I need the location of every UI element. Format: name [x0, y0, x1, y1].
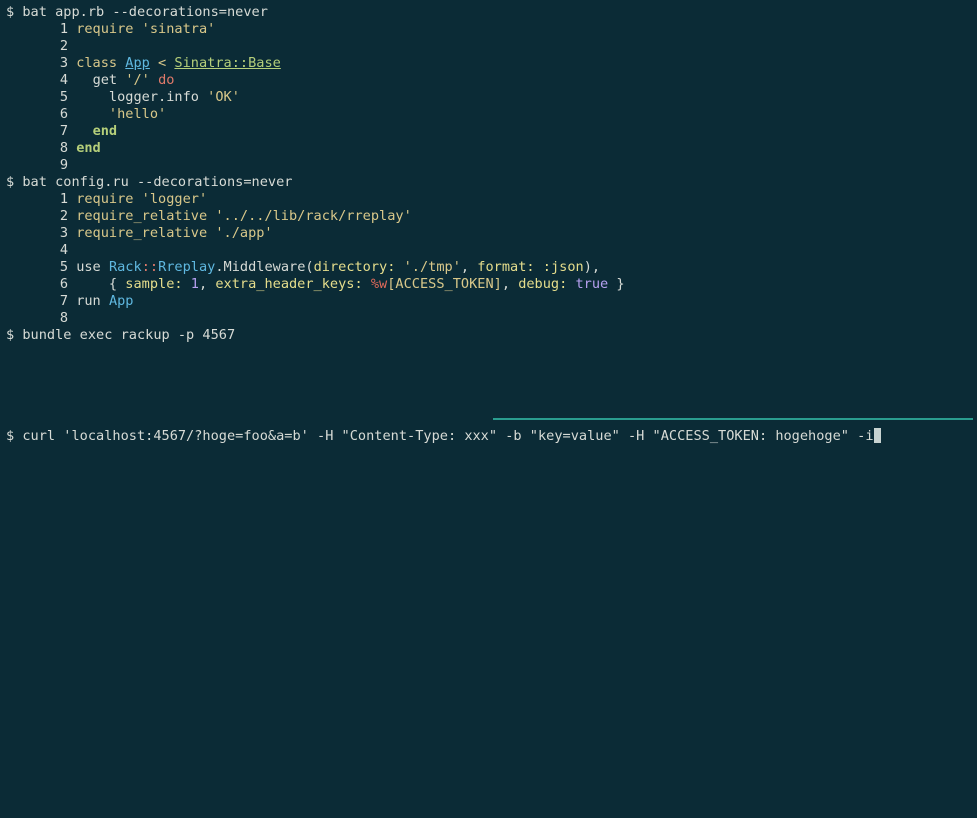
code-token: .Middleware(	[215, 259, 314, 275]
code-token: Rreplay	[158, 259, 216, 275]
code-token: run	[76, 293, 101, 309]
code-token: 'sinatra'	[141, 21, 216, 37]
code-token: logger.info	[108, 89, 199, 105]
code-line: 7 end	[6, 123, 117, 140]
code-line: 4 get '/' do	[6, 72, 175, 89]
code-token: Sinatra::Base	[174, 55, 281, 71]
pane-divider[interactable]	[493, 418, 973, 420]
line-number: 3	[59, 225, 68, 241]
code-token: extra_header_keys:	[215, 276, 363, 292]
command-line: $ bundle exec rackup -p 4567	[6, 327, 235, 344]
code-token: %w	[370, 276, 388, 292]
code-token: end	[92, 123, 118, 139]
code-token: require_relative	[76, 208, 208, 224]
code-token: ),	[583, 259, 601, 275]
code-token: require	[76, 21, 134, 37]
code-line: 6 { sample: 1, extra_header_keys: %w[ACC…	[6, 276, 625, 293]
code-token: App	[125, 55, 150, 71]
code-line: 2 require_relative '../../lib/rack/rrepl…	[6, 208, 412, 225]
code-token: App	[108, 293, 134, 309]
prompt: $	[6, 428, 15, 444]
code-line: 8 end	[6, 140, 101, 157]
code-line: 1 require 'sinatra'	[6, 21, 216, 38]
code-token: ::	[141, 259, 159, 275]
code-token: 'OK'	[207, 89, 240, 105]
code-token: format:	[477, 259, 535, 275]
code-token: :json	[542, 259, 584, 275]
code-token: ,	[198, 276, 208, 292]
code-line: 7 run App	[6, 293, 134, 310]
command-text: bundle exec rackup -p 4567	[22, 327, 236, 343]
code-token: {	[108, 276, 118, 292]
code-token: require	[76, 191, 134, 207]
code-token: '/'	[125, 72, 150, 88]
code-line: 3 require_relative './app'	[6, 225, 273, 242]
command-line[interactable]: $ curl 'localhost:4567/?hoge=foo&a=b' -H…	[6, 428, 881, 445]
code-line: 4	[6, 242, 68, 259]
line-number: 7	[59, 123, 68, 139]
code-line: 6 'hello'	[6, 106, 166, 123]
line-number: 1	[59, 191, 68, 207]
code-line: 5 use Rack::Rreplay.Middleware(directory…	[6, 259, 600, 276]
code-token: <	[158, 55, 167, 71]
command-line: $ bat config.ru --decorations=never	[6, 174, 292, 191]
code-token: '../../lib/rack/rreplay'	[215, 208, 412, 224]
code-line: 8	[6, 310, 68, 327]
command-line: $ bat app.rb --decorations=never	[6, 4, 268, 21]
line-number: 6	[59, 276, 68, 292]
prompt: $	[6, 4, 15, 20]
code-token: ,	[501, 276, 510, 292]
code-token: 'hello'	[108, 106, 167, 122]
line-number: 2	[59, 38, 68, 54]
code-token: ,	[460, 259, 470, 275]
line-number: 4	[59, 242, 68, 258]
code-token: 1	[190, 276, 199, 292]
command-text: bat config.ru --decorations=never	[22, 174, 293, 190]
line-number: 1	[59, 21, 68, 37]
code-token: get	[92, 72, 118, 88]
line-number: 8	[59, 140, 68, 156]
line-number: 7	[59, 293, 68, 309]
command-input[interactable]: curl 'localhost:4567/?hoge=foo&a=b' -H "…	[22, 428, 873, 444]
command-text: bat app.rb --decorations=never	[22, 4, 268, 20]
code-token: class	[76, 55, 118, 71]
code-line: 1 require 'logger'	[6, 191, 207, 208]
code-token: [ACCESS_TOKEN]	[387, 276, 502, 292]
line-number: 8	[59, 310, 68, 326]
prompt: $	[6, 327, 15, 343]
code-token: true	[575, 276, 609, 292]
line-number: 2	[59, 208, 68, 224]
line-number: 5	[59, 89, 68, 105]
line-number: 4	[59, 72, 68, 88]
text-cursor	[873, 428, 881, 443]
code-token: './tmp'	[403, 259, 461, 275]
code-token: directory:	[313, 259, 396, 275]
code-line: 2	[6, 38, 68, 55]
code-token: do	[158, 72, 175, 88]
code-token: end	[76, 140, 101, 156]
code-token: Rack	[108, 259, 142, 275]
line-number: 6	[59, 106, 68, 122]
line-number: 5	[59, 259, 68, 275]
code-token: debug:	[518, 276, 568, 292]
line-number: 3	[59, 55, 68, 71]
code-token: './app'	[215, 225, 273, 241]
code-line: 3 class App < Sinatra::Base	[6, 55, 281, 72]
code-token: 'logger'	[141, 191, 208, 207]
code-token: }	[616, 276, 625, 292]
prompt: $	[6, 174, 15, 190]
code-line: 9	[6, 157, 68, 174]
code-token: require_relative	[76, 225, 208, 241]
code-line: 5 logger.info 'OK'	[6, 89, 240, 106]
code-token: sample:	[125, 276, 183, 292]
line-number: 9	[59, 157, 68, 173]
code-token: use	[76, 259, 101, 275]
